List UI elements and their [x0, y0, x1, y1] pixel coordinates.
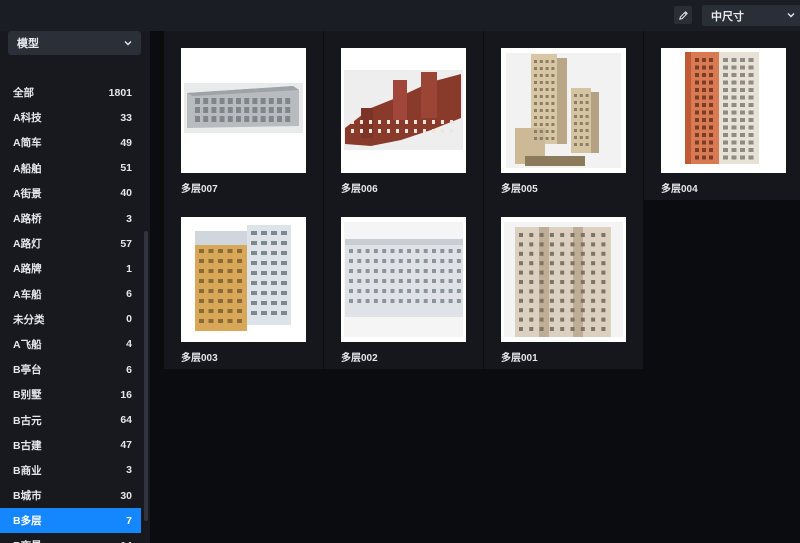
model-thumbnail — [501, 217, 626, 342]
category-count: 3 — [126, 464, 132, 477]
thumbnail-size-select[interactable]: 中尺寸 — [702, 5, 800, 26]
category-name: A街景 — [13, 187, 42, 200]
category-count: 49 — [120, 136, 132, 149]
category-count: 6 — [126, 363, 132, 376]
model-name: 多层001 — [501, 353, 538, 364]
category-item[interactable]: 全部 1801 — [0, 80, 141, 105]
model-card[interactable]: 多层007 — [164, 31, 323, 200]
category-name: B古元 — [13, 414, 42, 427]
category-name: 未分类 — [13, 313, 45, 326]
model-name: 多层005 — [501, 184, 538, 195]
category-count: 64 — [120, 414, 132, 427]
model-card[interactable]: 多层002 — [324, 200, 483, 369]
model-thumbnail — [341, 48, 466, 173]
model-card[interactable]: 多层003 — [164, 200, 323, 369]
category-count: 51 — [120, 162, 132, 175]
category-item[interactable]: 未分类 0 — [0, 307, 141, 332]
category-name: B亭台 — [13, 364, 42, 377]
category-name: B夜景 — [13, 538, 42, 543]
category-count: 6 — [126, 288, 132, 301]
chevron-down-icon — [787, 13, 795, 18]
category-item[interactable]: A路桥 3 — [0, 206, 141, 231]
category-name: A简车 — [13, 137, 42, 150]
category-name: A船舶 — [13, 162, 42, 175]
category-count: 4 — [126, 338, 132, 351]
model-thumbnail — [181, 217, 306, 342]
category-count: 16 — [120, 388, 132, 401]
category-item[interactable]: B古建 47 — [0, 433, 141, 458]
model-card[interactable]: 多层005 — [484, 31, 643, 200]
model-type-select[interactable]: 模型 — [8, 31, 141, 55]
category-count: 1 — [126, 262, 132, 275]
category-name: A车船 — [13, 288, 42, 301]
category-count: 33 — [120, 111, 132, 124]
category-name: 全部 — [13, 87, 34, 100]
category-name: B多层 — [13, 515, 42, 528]
model-name: 多层003 — [181, 353, 218, 364]
pencil-icon — [678, 10, 688, 20]
model-card[interactable]: 多层004 — [644, 31, 800, 200]
category-count: 1801 — [108, 86, 132, 99]
category-name: A路灯 — [13, 238, 42, 251]
category-item[interactable]: A飞船 4 — [0, 332, 141, 357]
category-item[interactable]: A路灯 57 — [0, 231, 141, 256]
category-list: 全部 1801 A科技 33 A简车 49 A船舶 51 A街景 40 A路桥 3 A路灯 57 A路牌 1 A… — [0, 80, 141, 543]
category-count: 47 — [120, 439, 132, 452]
category-item[interactable]: A路牌 1 — [0, 256, 141, 281]
model-card[interactable]: 多层001 — [484, 200, 643, 369]
category-item[interactable]: B商业 3 — [0, 458, 141, 483]
category-name: B别墅 — [13, 389, 42, 402]
category-item[interactable]: B夜景14 — [0, 533, 141, 543]
category-name: A科技 — [13, 112, 42, 125]
model-name: 多层004 — [661, 184, 698, 195]
category-count: 30 — [120, 489, 132, 502]
category-item[interactable]: A街景 40 — [0, 181, 141, 206]
model-name: 多层002 — [341, 353, 378, 364]
category-item[interactable]: B亭台 6 — [0, 357, 141, 382]
category-item[interactable]: A车船 6 — [0, 282, 141, 307]
category-item[interactable]: B别墅 16 — [0, 382, 141, 407]
category-name: B城市 — [13, 490, 42, 503]
model-name: 多层007 — [181, 184, 218, 195]
model-thumbnail — [181, 48, 306, 173]
category-item[interactable]: B多层 7 — [0, 508, 141, 534]
model-card[interactable]: 多层006 — [324, 31, 483, 200]
divider — [150, 31, 164, 543]
category-count: 57 — [120, 237, 132, 250]
category-count: 3 — [126, 212, 132, 225]
thumbnail-size-label: 中尺寸 — [711, 10, 744, 23]
category-item[interactable]: A船舶 51 — [0, 156, 141, 181]
sidebar-scrollbar[interactable] — [144, 231, 148, 521]
model-thumbnail — [661, 48, 786, 173]
category-item[interactable]: B城市 30 — [0, 483, 141, 508]
category-name: A飞船 — [13, 338, 42, 351]
top-toolbar: 中尺寸 — [0, 0, 800, 31]
category-count: 40 — [120, 187, 132, 200]
model-thumbnail — [501, 48, 626, 173]
category-name: A路桥 — [13, 213, 42, 226]
chevron-down-icon — [124, 41, 132, 46]
model-type-label: 模型 — [17, 38, 39, 50]
model-name: 多层006 — [341, 184, 378, 195]
category-count: 7 — [126, 514, 132, 527]
category-count: 0 — [126, 313, 132, 326]
category-item[interactable]: A简车 49 — [0, 130, 141, 155]
category-name: B商业 — [13, 464, 42, 477]
category-sidebar: 模型 全部 1801 A科技 33 A简车 49 A船舶 51 A街景 40 A路桥 3 A路灯 57 A路… — [0, 31, 150, 543]
category-item[interactable]: A科技 33 — [0, 105, 141, 130]
category-name: B古建 — [13, 439, 42, 452]
model-thumbnail — [341, 217, 466, 342]
category-name: A路牌 — [13, 263, 42, 276]
category-item[interactable]: B古元 64 — [0, 407, 141, 432]
edit-button[interactable] — [674, 6, 692, 24]
